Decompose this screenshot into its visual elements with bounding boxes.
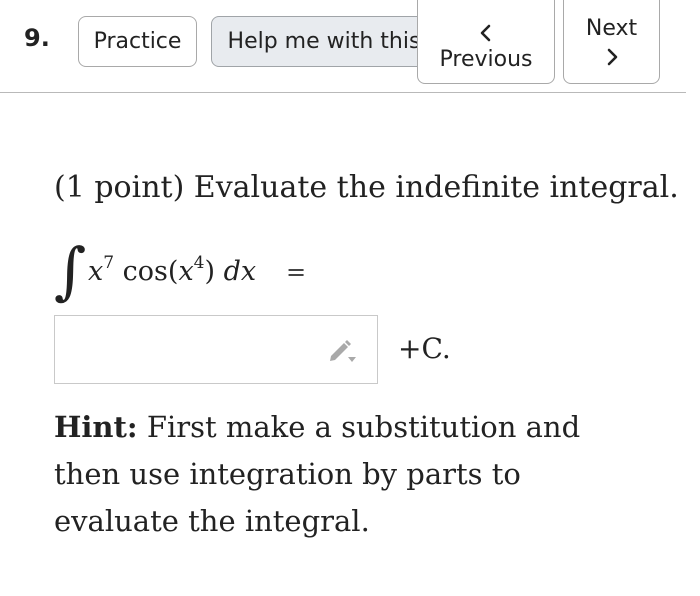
close-paren: ) bbox=[204, 256, 216, 287]
problem-prompt: (1 point) Evaluate the indefinite integr… bbox=[54, 170, 679, 205]
hint-text: Hint: First make a substitution and then… bbox=[54, 404, 654, 545]
next-button-label: Next bbox=[585, 15, 638, 41]
answer-input[interactable] bbox=[54, 315, 378, 384]
previous-button[interactable]: Previous bbox=[417, 0, 555, 84]
practice-button[interactable]: Practice bbox=[78, 16, 197, 67]
variable-x-inner: x bbox=[178, 256, 194, 287]
cos-function: cos bbox=[122, 256, 168, 287]
differential: dx bbox=[223, 256, 257, 287]
practice-button-label: Practice bbox=[93, 29, 182, 54]
chevron-right-icon bbox=[607, 48, 617, 65]
integral-sign: ∫ bbox=[54, 234, 87, 307]
pencil-icon[interactable] bbox=[327, 338, 357, 364]
previous-button-label: Previous bbox=[439, 46, 533, 72]
variable-x: x bbox=[88, 256, 104, 287]
help-me-button[interactable]: Help me with this bbox=[211, 16, 437, 67]
open-paren: ( bbox=[167, 256, 179, 287]
hint-label: Hint: bbox=[54, 410, 138, 444]
problem-number: 9. bbox=[24, 24, 50, 52]
exponent-inner: 4 bbox=[193, 253, 205, 273]
next-button[interactable]: Next bbox=[563, 0, 660, 84]
chevron-left-icon bbox=[480, 24, 491, 41]
plus-constant: +C. bbox=[398, 332, 451, 365]
integrand: x7 cos(x4) dx bbox=[88, 253, 257, 287]
help-me-button-label: Help me with this bbox=[227, 29, 421, 54]
problem-toolbar: 9. Practice Help me with this Previous N… bbox=[0, 0, 686, 93]
equals-sign: = bbox=[286, 258, 307, 286]
exponent-outer: 7 bbox=[103, 253, 115, 273]
